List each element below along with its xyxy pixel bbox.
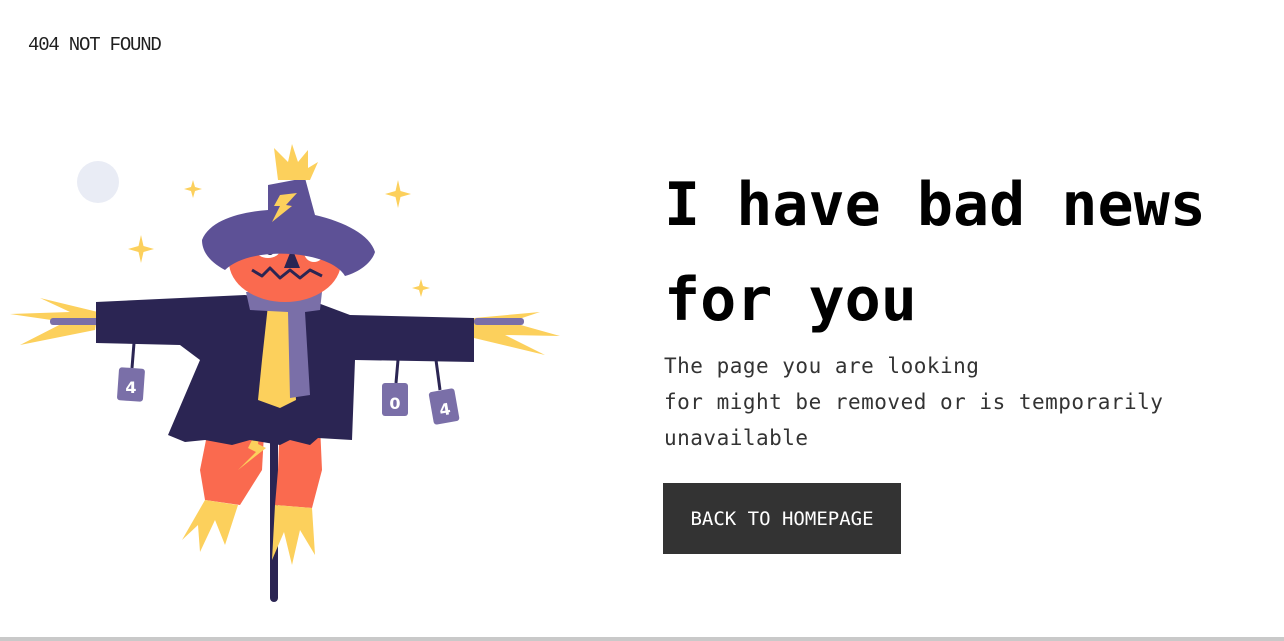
headline-line-1: I have bad news bbox=[664, 170, 1206, 240]
message-line-3: unavailable bbox=[664, 426, 809, 450]
can-digit-4-left: 4 bbox=[125, 378, 136, 397]
brand-logo[interactable]: 404 NOT FOUND bbox=[28, 34, 162, 56]
headline-line-2: for you bbox=[664, 265, 917, 335]
message-line-2: for might be removed or is temporarily bbox=[664, 390, 1164, 414]
message-line-1: The page you are looking bbox=[664, 354, 980, 378]
scarecrow-illustration: 4 0 4 bbox=[10, 144, 560, 602]
can-digit-0: 0 bbox=[389, 394, 400, 413]
error-message: The page you are looking for might be re… bbox=[664, 348, 1224, 456]
moon-circle bbox=[77, 161, 119, 203]
back-to-homepage-button[interactable]: BACK TO HOMEPAGE bbox=[663, 483, 901, 554]
page-headline: I have bad news for you bbox=[664, 158, 1264, 348]
bottom-divider bbox=[0, 637, 1284, 641]
